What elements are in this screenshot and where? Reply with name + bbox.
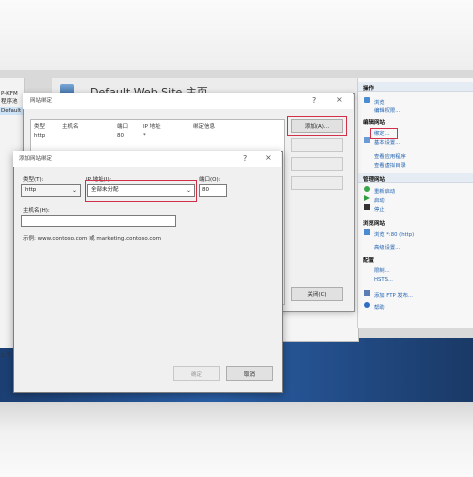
chevron-down-icon: ⌄ bbox=[72, 187, 78, 194]
connections-item-app-pools[interactable]: 程序池 bbox=[1, 99, 18, 106]
action-view-apps[interactable]: 查看应用程序 bbox=[374, 152, 406, 160]
add-binding-titlebar bbox=[13, 151, 281, 167]
close-icon[interactable]: × bbox=[265, 153, 272, 162]
column-info[interactable]: 绑定信息 bbox=[193, 122, 215, 130]
host-label: 主机名(H): bbox=[23, 208, 50, 214]
column-host[interactable]: 主机名 bbox=[62, 122, 79, 130]
browse-icon bbox=[364, 97, 370, 103]
example-text: 示例: www.contoso.com 或 marketing.contoso.… bbox=[23, 236, 162, 242]
type-label: 类型(T): bbox=[23, 177, 44, 183]
action-restart[interactable]: 重新启动 bbox=[374, 187, 395, 195]
table-row-ip[interactable]: * bbox=[143, 133, 146, 139]
column-port[interactable]: 端口 bbox=[117, 122, 128, 130]
start-icon bbox=[364, 195, 370, 201]
actions-header: 操作 bbox=[363, 86, 375, 92]
table-row-type[interactable]: http bbox=[34, 133, 45, 139]
action-edit-permissions[interactable]: 编辑权限... bbox=[374, 106, 400, 114]
action-start[interactable]: 启动 bbox=[374, 196, 385, 204]
action-add-ftp[interactable]: 添加 FTP 发布... bbox=[374, 291, 413, 299]
manage-site-header: 管理网站 bbox=[363, 177, 386, 183]
cancel-button[interactable]: 取消 bbox=[226, 366, 273, 381]
add-binding-title: 添加网站绑定 bbox=[19, 156, 53, 162]
config-header: 配置 bbox=[363, 258, 375, 264]
host-input[interactable] bbox=[21, 215, 176, 227]
help-icon bbox=[364, 302, 370, 308]
ip-highlight-box bbox=[85, 180, 197, 202]
action-view-vdirs[interactable]: 查看虚拟目录 bbox=[374, 161, 406, 169]
restart-icon bbox=[364, 186, 370, 192]
add-button-highlight-box bbox=[287, 116, 347, 136]
edit-site-header: 编辑网站 bbox=[363, 120, 386, 126]
actions-pane: 操作 浏览 编辑权限... 编辑网站 绑定... 基本设置... 查看应用程序 … bbox=[357, 78, 473, 328]
action-basic-settings[interactable]: 基本设置... bbox=[374, 138, 400, 146]
action-help[interactable]: 帮助 bbox=[374, 303, 385, 311]
photo-background bbox=[0, 0, 473, 70]
site-bindings-title: 网站绑定 bbox=[30, 98, 53, 104]
help-button[interactable]: ? bbox=[243, 154, 247, 163]
port-value: 80 bbox=[202, 187, 209, 193]
bindings-highlight-box bbox=[370, 128, 398, 139]
browse-site-icon bbox=[364, 229, 370, 235]
port-label: 端口(O): bbox=[199, 177, 221, 183]
column-ip[interactable]: IP 地址 bbox=[143, 122, 161, 130]
stop-icon bbox=[364, 204, 370, 210]
browse-binding-button[interactable] bbox=[291, 176, 343, 190]
action-hsts[interactable]: HSTS... bbox=[374, 277, 393, 283]
column-type[interactable]: 类型 bbox=[34, 122, 45, 130]
ftp-icon bbox=[364, 290, 370, 296]
action-browse[interactable]: 浏览 bbox=[374, 98, 385, 106]
close-icon[interactable]: × bbox=[336, 95, 343, 104]
table-row-port[interactable]: 80 bbox=[117, 133, 124, 139]
browse-site-header: 浏览网站 bbox=[363, 221, 386, 227]
actions-header-bar bbox=[358, 82, 473, 92]
action-stop[interactable]: 停止 bbox=[374, 205, 385, 213]
action-advanced-settings[interactable]: 高级设置... bbox=[374, 243, 400, 251]
type-value: http bbox=[25, 187, 37, 193]
close-dialog-button[interactable]: 关闭(C) bbox=[291, 287, 343, 301]
photo-background-bottom bbox=[0, 402, 473, 477]
port-input[interactable]: 80 bbox=[199, 184, 227, 197]
remove-binding-button[interactable] bbox=[291, 157, 343, 171]
connections-item-server[interactable]: P-KFM bbox=[1, 91, 18, 98]
site-bindings-titlebar bbox=[23, 93, 353, 109]
help-button[interactable]: ? bbox=[312, 96, 316, 105]
ok-button[interactable]: 确定 bbox=[173, 366, 220, 381]
action-browse-80[interactable]: 浏览 *:80 (http) bbox=[374, 230, 414, 238]
edit-binding-button[interactable] bbox=[291, 138, 343, 152]
type-select[interactable]: http ⌄ bbox=[21, 184, 81, 197]
status-count: 1 个 bbox=[1, 353, 12, 359]
action-limits[interactable]: 限制... bbox=[374, 266, 390, 274]
